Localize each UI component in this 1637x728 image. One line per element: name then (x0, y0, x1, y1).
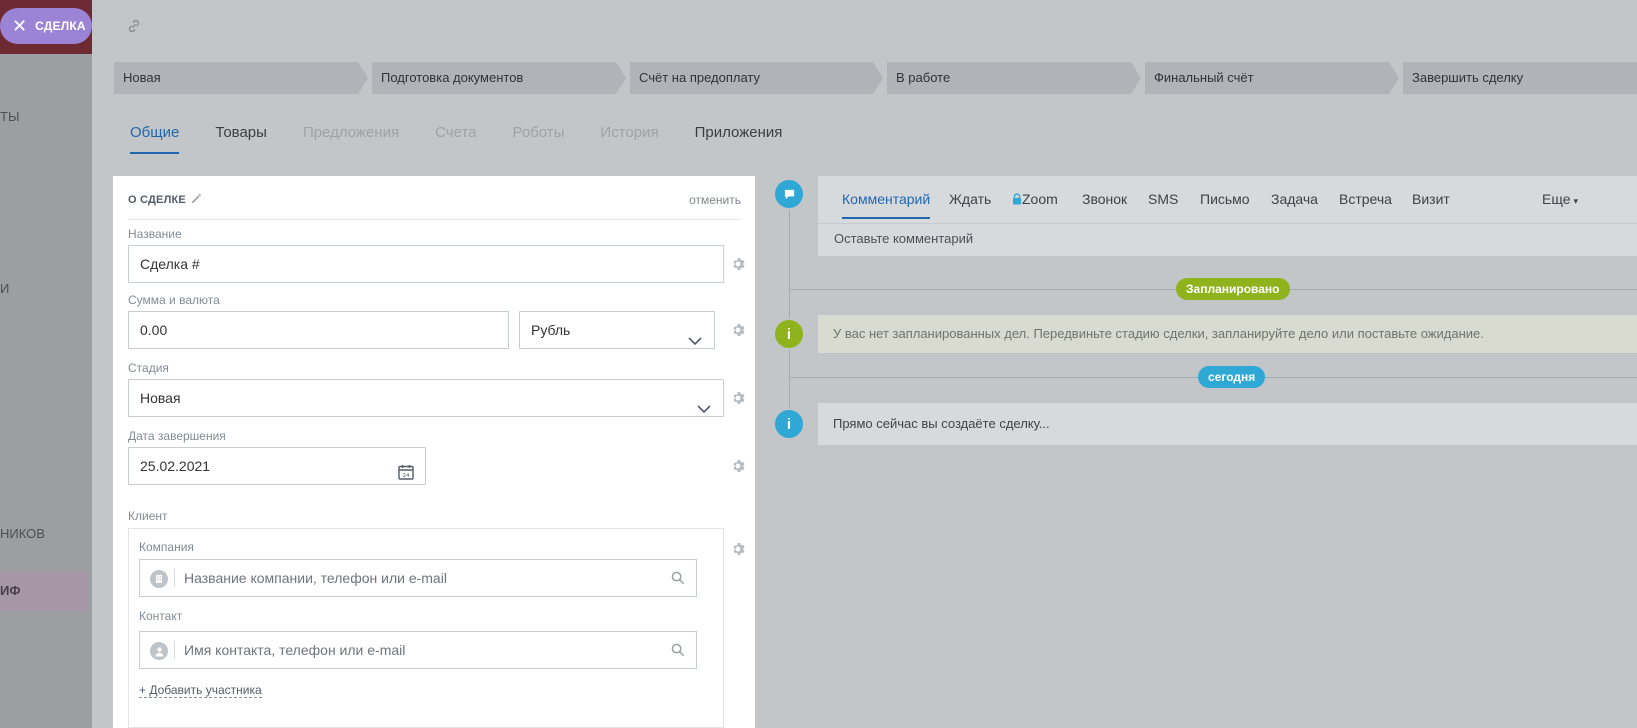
stage-item[interactable]: Подготовка документов (372, 62, 626, 94)
field-label-contact: Контакт (139, 609, 183, 623)
close-slider-button[interactable]: ✕ СДЕЛКА (0, 8, 92, 44)
tab-history[interactable]: История (600, 124, 658, 154)
cancel-edit-link[interactable]: отменить (689, 193, 741, 207)
tab-call[interactable]: Звонок (1082, 191, 1127, 207)
timeline-action-tabs: Комментарий Ждать Zoom Звонок SMS Письмо… (818, 176, 1637, 224)
calendar-icon[interactable]: 24 (397, 458, 415, 480)
search-icon[interactable] (671, 643, 686, 658)
gear-icon[interactable] (731, 391, 745, 405)
stage-item-finish[interactable]: Завершить сделку (1403, 62, 1637, 94)
stage-value: Новая (140, 390, 181, 406)
tab-zoom[interactable]: Zoom (1012, 191, 1058, 207)
currency-value: Рубль (531, 322, 571, 338)
contact-icon (150, 642, 168, 660)
deal-name-input[interactable]: Сделка # (128, 245, 724, 283)
today-event: Прямо сейчас вы создаёте сделку... (818, 403, 1637, 445)
caret-down-icon: ▾ (1573, 196, 1579, 206)
tab-robots[interactable]: Роботы (512, 124, 564, 154)
stage-progress-bar: Новая Подготовка документов Счёт на пред… (114, 62, 1637, 94)
gear-icon[interactable] (731, 257, 745, 271)
tab-products[interactable]: Товары (215, 124, 267, 154)
tab-task[interactable]: Задача (1271, 191, 1318, 207)
company-search-placeholder: Название компании, телефон или e-mail (184, 570, 447, 586)
lock-icon (1012, 192, 1022, 205)
stage-item[interactable]: Счёт на предоплату (630, 62, 883, 94)
field-label-stage: Стадия (128, 361, 169, 375)
timeline: Комментарий Ждать Zoom Звонок SMS Письмо… (755, 176, 1637, 728)
tab-general[interactable]: Общие (130, 124, 180, 154)
deal-form-card: О СДЕЛКЕ отменить Название Сделка # Сумм… (113, 176, 755, 728)
comment-icon (773, 178, 805, 210)
sum-input[interactable]: 0.00 (128, 311, 509, 349)
background-nav-item: ТЫ (0, 109, 20, 124)
tab-meeting[interactable]: Встреча (1339, 191, 1392, 207)
add-participant-link[interactable]: + Добавить участника (139, 683, 262, 698)
chevron-down-icon (688, 324, 702, 346)
contact-search-input[interactable]: Имя контакта, телефон или e-mail (139, 631, 697, 669)
search-icon[interactable] (671, 571, 686, 586)
section-title: О СДЕЛКЕ (128, 194, 186, 206)
svg-text:24: 24 (403, 473, 410, 479)
tab-proposals[interactable]: Предложения (303, 124, 399, 154)
stage-item[interactable]: Новая (114, 62, 368, 94)
divider (174, 641, 175, 659)
tab-invoices[interactable]: Счета (435, 124, 476, 154)
field-label-company: Компания (139, 540, 194, 554)
tab-sms[interactable]: SMS (1148, 191, 1178, 207)
currency-select[interactable]: Рубль (519, 311, 715, 349)
field-label-name: Название (128, 227, 182, 241)
gear-icon[interactable] (731, 323, 745, 337)
company-icon (150, 570, 168, 588)
contact-search-placeholder: Имя контакта, телефон или e-mail (184, 642, 406, 658)
today-badge: сегодня (1198, 366, 1266, 388)
field-label-sum: Сумма и валюта (128, 293, 220, 307)
close-icon: ✕ (12, 16, 28, 36)
tab-applications[interactable]: Приложения (695, 124, 783, 154)
gear-icon[interactable] (731, 542, 745, 556)
close-date-input[interactable]: 25.02.2021 24 (128, 447, 426, 485)
close-slider-label: СДЕЛКА (35, 19, 86, 33)
field-label-date: Дата завершения (128, 429, 226, 443)
background-nav-item: И (0, 281, 10, 296)
background-nav-item-active: ИФ (0, 571, 88, 611)
company-search-input[interactable]: Название компании, телефон или e-mail (139, 559, 697, 597)
client-block: Компания Название компании, телефон или … (128, 528, 724, 728)
tab-comment[interactable]: Комментарий (842, 191, 931, 219)
field-label-client: Клиент (128, 509, 168, 523)
deal-tabs: Общие Товары Предложения Счета Роботы Ис… (130, 124, 818, 154)
pencil-icon[interactable] (190, 192, 204, 206)
info-icon: i (773, 318, 805, 350)
stage-item[interactable]: В работе (887, 62, 1141, 94)
tab-more[interactable]: Еще ▾ (1542, 191, 1578, 207)
stage-item[interactable]: Финальный счёт (1145, 62, 1399, 94)
link-icon[interactable] (126, 18, 142, 34)
gear-icon[interactable] (731, 459, 745, 473)
chevron-down-icon (697, 392, 711, 414)
tab-email[interactable]: Письмо (1200, 191, 1250, 207)
close-date-value: 25.02.2021 (140, 458, 211, 474)
form-section-header: О СДЕЛКЕ отменить (128, 190, 741, 220)
planned-empty-message: У вас нет запланированных дел. Передвинь… (818, 315, 1637, 353)
divider (174, 569, 175, 587)
timeline-line (789, 190, 790, 420)
comment-input[interactable]: Оставьте комментарий (818, 224, 1637, 256)
stage-select[interactable]: Новая (128, 379, 724, 417)
tab-zoom-label: Zoom (1022, 191, 1058, 207)
planned-badge: Запланировано (1176, 278, 1290, 300)
background-sidebar: ТЫ И НИКОВ ИФ (0, 0, 92, 728)
background-nav-item: НИКОВ (0, 526, 45, 541)
tab-more-label: Еще (1542, 191, 1571, 207)
tab-wait[interactable]: Ждать (949, 191, 991, 207)
tab-visit[interactable]: Визит (1412, 191, 1450, 207)
info-icon: i (773, 408, 805, 440)
